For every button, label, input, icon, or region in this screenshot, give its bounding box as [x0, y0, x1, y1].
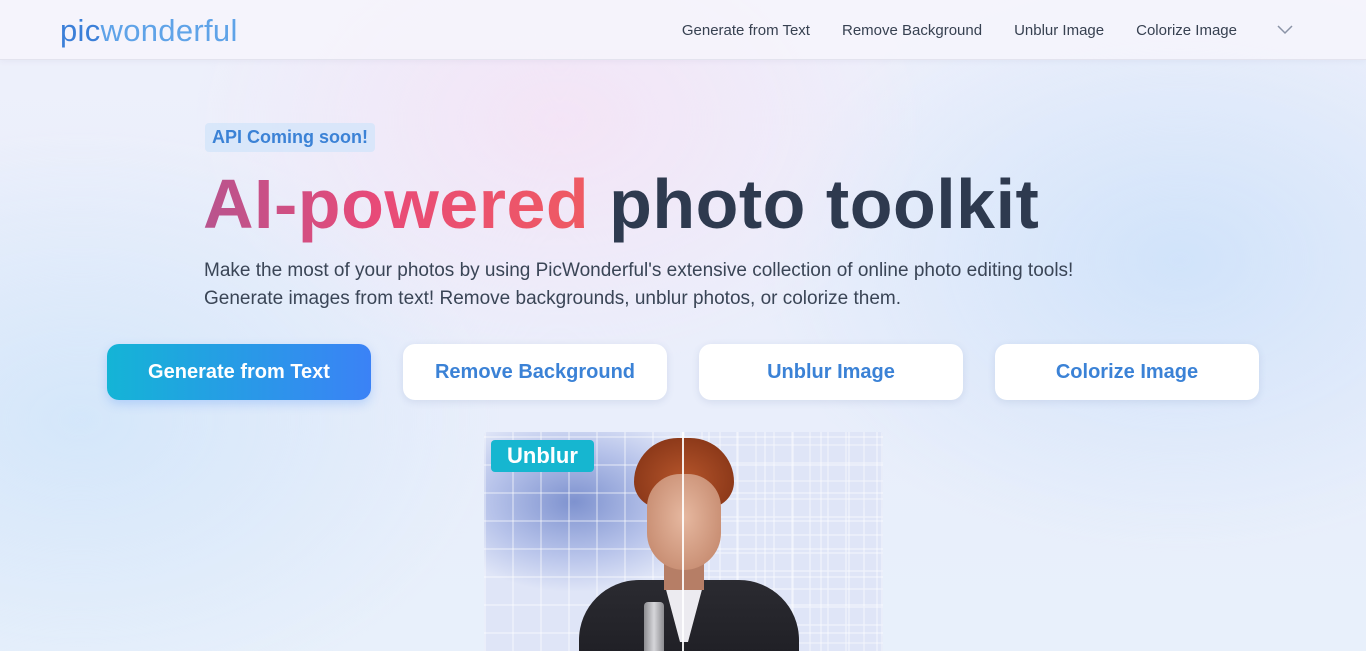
nav-link-colorize-image[interactable]: Colorize Image [1136, 22, 1237, 39]
demo-microphone [644, 602, 664, 651]
chevron-down-icon[interactable] [1277, 22, 1293, 38]
before-after-divider[interactable] [682, 432, 684, 651]
nav-link-generate-from-text[interactable]: Generate from Text [682, 22, 810, 39]
hero-headline: AI-powered photo toolkit [203, 162, 1039, 246]
generate-from-text-button[interactable]: Generate from Text [107, 344, 371, 400]
subtitle-line-1: Make the most of your photos by using Pi… [204, 260, 1074, 281]
api-coming-soon-badge: API Coming soon! [205, 123, 375, 152]
colorize-image-button[interactable]: Colorize Image [995, 344, 1259, 400]
unblur-image-button[interactable]: Unblur Image [699, 344, 963, 400]
logo-text-pic: pic [60, 13, 101, 48]
nav-links: Generate from Text Remove Background Unb… [682, 0, 1366, 60]
demo-unblur-label: Unblur [491, 440, 594, 472]
subtitle-line-2: Generate images from text! Remove backgr… [204, 288, 902, 309]
headline-rest: photo toolkit [609, 165, 1040, 243]
unblur-demo-image: Unblur [484, 432, 883, 651]
nav-link-unblur-image[interactable]: Unblur Image [1014, 22, 1104, 39]
remove-background-button[interactable]: Remove Background [403, 344, 667, 400]
logo-text-wonderful: wonderful [100, 13, 238, 48]
hero-subtitle: Make the most of your photos by using Pi… [204, 257, 1204, 313]
site-logo[interactable]: picwonderful [60, 13, 238, 49]
top-navbar: picwonderful Generate from Text Remove B… [0, 0, 1366, 60]
demo-person-face [647, 474, 721, 570]
headline-accent: AI-powered [203, 165, 590, 243]
nav-link-remove-background[interactable]: Remove Background [842, 22, 982, 39]
